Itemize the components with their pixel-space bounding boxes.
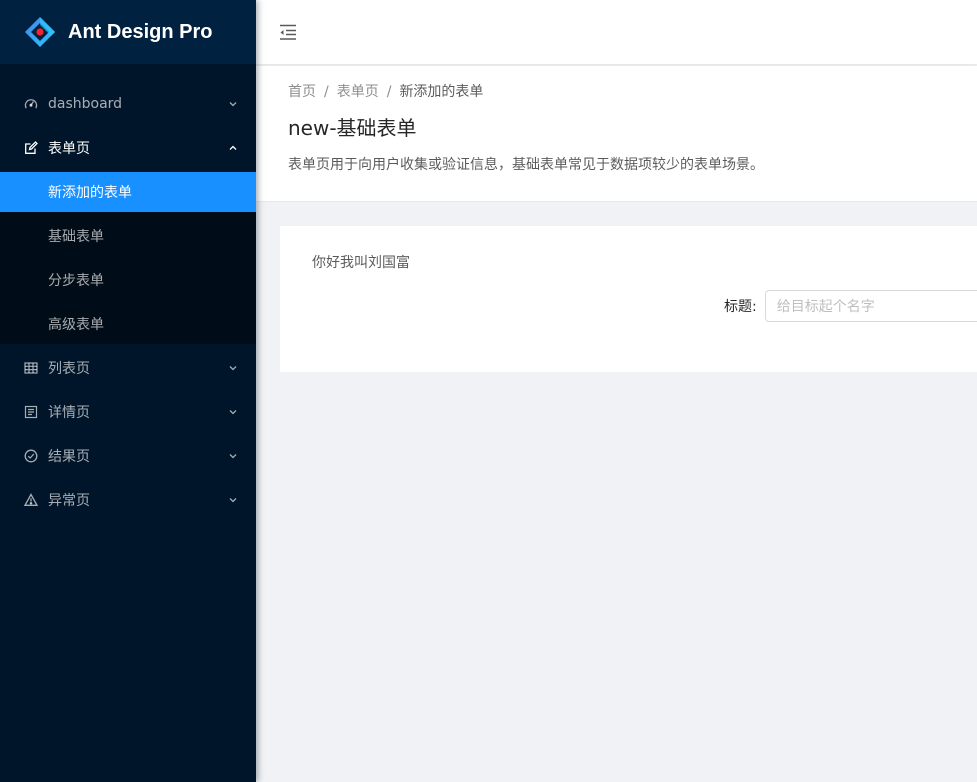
form-edit-icon [24, 141, 38, 155]
breadcrumb-item-home[interactable]: 首页 [288, 82, 316, 102]
logo[interactable]: Ant Design Pro [0, 0, 256, 64]
breadcrumb: 首页 / 表单页 / 新添加的表单 [288, 82, 945, 102]
sidebar-item-exception[interactable]: 异常页 [0, 480, 256, 520]
breadcrumb-item-current: 新添加的表单 [399, 84, 484, 100]
title-label: 标题: [724, 299, 757, 315]
sidebar-subitem-advanced-form[interactable]: 高级表单 [0, 304, 256, 344]
sidebar-subitem-step-form[interactable]: 分步表单 [0, 260, 256, 300]
page-title: new-基础表单 [288, 116, 417, 140]
menu-fold-trigger[interactable] [256, 0, 320, 64]
chevron-down-icon [228, 451, 238, 461]
page-header: 首页 / 表单页 / 新添加的表单 new-基础表单 表单页用于向用户收集或验证… [256, 66, 977, 202]
form-item-title: 标题: [724, 290, 977, 322]
sidebar-subitem-label: 基础表单 [48, 229, 104, 245]
sidebar-item-profile[interactable]: 详情页 [0, 392, 256, 432]
sidebar-item-result[interactable]: 结果页 [0, 436, 256, 476]
sidebar-item-label: dashboard [48, 96, 123, 112]
sidebar-subitem-basic-form[interactable]: 基础表单 [0, 216, 256, 256]
menu-fold-icon [280, 24, 296, 40]
sidebar-subitem-label: 高级表单 [48, 317, 104, 333]
sidebar: Ant Design Pro dashboard 表单页 新添加的表单 基础表单… [0, 0, 256, 782]
chevron-up-icon [228, 143, 238, 153]
app-title: Ant Design Pro [68, 20, 213, 43]
sidebar-item-label: 异常页 [48, 493, 90, 509]
breadcrumb-separator: / [386, 84, 392, 100]
warning-icon [24, 493, 38, 507]
submenu-forms: 新添加的表单 基础表单 分步表单 高级表单 [0, 172, 256, 344]
sidebar-item-label: 表单页 [48, 141, 90, 157]
breadcrumb-item-forms[interactable]: 表单页 [337, 82, 379, 102]
sidebar-subitem-new-form[interactable]: 新添加的表单 [0, 172, 256, 212]
dashboard-icon [24, 97, 38, 111]
top-header [256, 0, 977, 64]
check-circle-icon [24, 449, 38, 463]
sidebar-item-forms[interactable]: 表单页 [0, 128, 256, 168]
ant-design-logo-icon [25, 17, 55, 47]
sidebar-subitem-label: 分步表单 [48, 273, 104, 289]
page-description: 表单页用于向用户收集或验证信息，基础表单常见于数据项较少的表单场景。 [288, 157, 764, 173]
sidebar-item-label: 详情页 [48, 405, 90, 421]
profile-icon [24, 405, 38, 419]
form-card: 你好我叫刘国富 标题: [280, 226, 977, 372]
sidebar-subitem-label: 新添加的表单 [48, 185, 132, 201]
sidebar-menu: dashboard 表单页 新添加的表单 基础表单 分步表单 高级表单 列表页 … [0, 64, 256, 520]
sidebar-item-label: 列表页 [48, 361, 90, 377]
chevron-down-icon [228, 495, 238, 505]
chevron-down-icon [228, 99, 238, 109]
table-icon [24, 361, 38, 375]
chevron-down-icon [228, 407, 238, 417]
title-input[interactable] [764, 290, 977, 322]
chevron-down-icon [228, 363, 238, 373]
sidebar-item-dashboard[interactable]: dashboard [0, 84, 256, 124]
sidebar-item-list[interactable]: 列表页 [0, 348, 256, 388]
greeting-text: 你好我叫刘国富 [312, 255, 410, 271]
sidebar-item-label: 结果页 [48, 449, 90, 465]
breadcrumb-separator: / [324, 84, 329, 100]
